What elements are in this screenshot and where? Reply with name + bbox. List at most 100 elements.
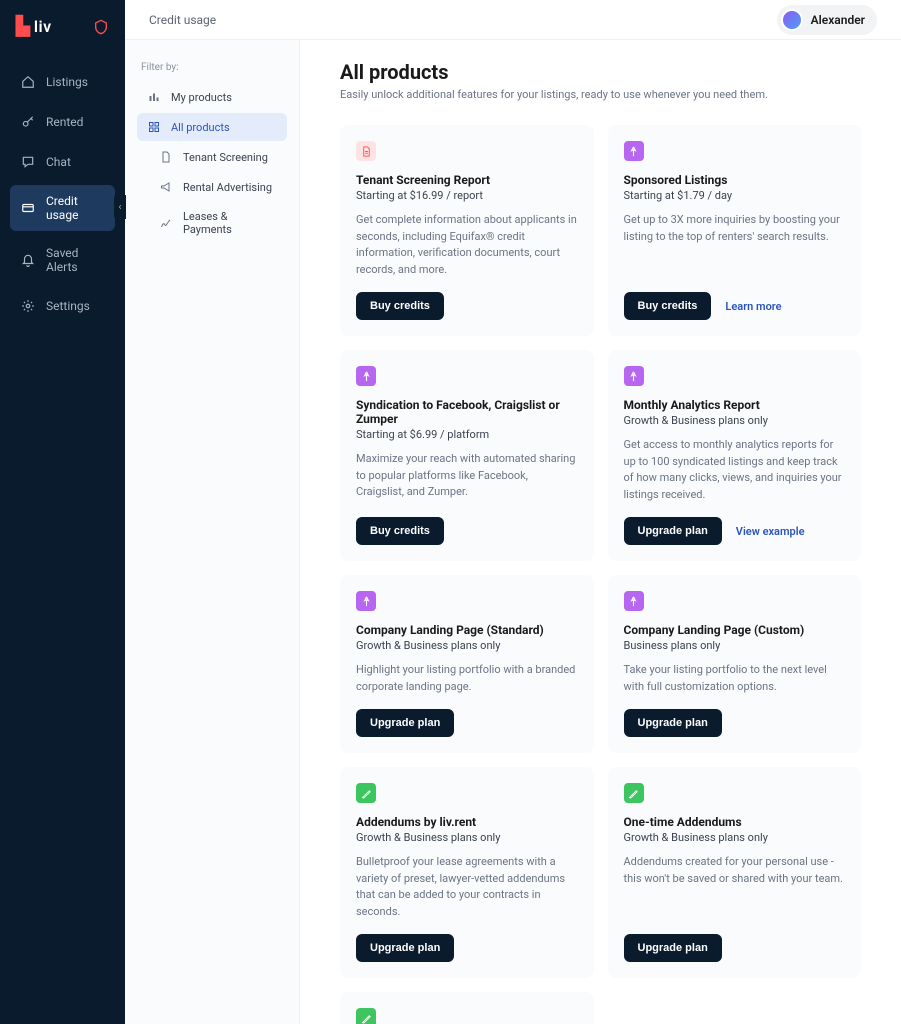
product-grid: Tenant Screening Report Starting at $16.9… bbox=[340, 125, 861, 1024]
product-description: Get complete information about applicant… bbox=[356, 212, 578, 278]
product-price: Growth & Business plans only bbox=[356, 639, 578, 652]
product-actions: Buy credits Learn more bbox=[624, 292, 846, 320]
product-description: Get up to 3X more inquiries by boosting … bbox=[624, 212, 846, 278]
grid-icon bbox=[147, 120, 161, 134]
product-price: Business plans only bbox=[624, 639, 846, 652]
product-actions: Buy credits bbox=[356, 517, 578, 545]
product-icon bbox=[356, 141, 376, 161]
nav-label: Rented bbox=[46, 115, 83, 129]
product-price: Starting at $16.99 / report bbox=[356, 189, 578, 202]
product-title: Monthly Analytics Report bbox=[624, 398, 846, 412]
nav-label: Credit usage bbox=[46, 194, 105, 222]
document-icon bbox=[159, 150, 173, 164]
product-actions: Upgrade plan bbox=[356, 934, 578, 962]
megaphone-icon bbox=[159, 180, 173, 194]
logo[interactable]: ▙ liv bbox=[16, 16, 52, 37]
home-icon bbox=[20, 74, 36, 90]
user-name: Alexander bbox=[811, 13, 865, 27]
product-card: Custom AddendumsBusiness plans onlyUploa… bbox=[340, 992, 594, 1024]
filter-label: Rental Advertising bbox=[183, 181, 272, 194]
bars-icon bbox=[147, 90, 161, 104]
product-description: Take your listing portfolio to the next … bbox=[624, 662, 846, 695]
logo-row: ▙ liv bbox=[0, 16, 125, 65]
nav-listings[interactable]: Listings bbox=[10, 65, 115, 99]
content: All products Easily unlock additional fe… bbox=[300, 40, 901, 1024]
logo-mark-icon: ▙ bbox=[16, 16, 30, 37]
product-title: Tenant Screening Report bbox=[356, 173, 578, 187]
chat-icon bbox=[20, 154, 36, 170]
product-card: Monthly Analytics Report Growth & Busines… bbox=[608, 350, 862, 561]
product-description: Addendums created for your personal use … bbox=[624, 854, 846, 920]
breadcrumb: Credit usage bbox=[149, 13, 216, 27]
collapse-sidebar-button[interactable]: ‹ bbox=[114, 195, 126, 219]
filter-label: My products bbox=[171, 91, 232, 104]
product-price: Growth & Business plans only bbox=[624, 831, 846, 844]
product-card: Syndication to Facebook, Craigslist or Z… bbox=[340, 350, 594, 561]
nav-list: Listings Rented Chat Credit usage Saved … bbox=[0, 65, 125, 329]
sidebar: ▙ liv Listings Rented Chat Credit usage … bbox=[0, 0, 125, 1024]
gear-icon bbox=[20, 298, 36, 314]
product-icon bbox=[356, 1008, 376, 1024]
product-price: Growth & Business plans only bbox=[356, 831, 578, 844]
nav-label: Listings bbox=[46, 75, 88, 89]
primary-action-button[interactable]: Upgrade plan bbox=[356, 709, 454, 737]
product-title: Company Landing Page (Custom) bbox=[624, 623, 846, 637]
primary-action-button[interactable]: Buy credits bbox=[624, 292, 712, 320]
body: Filter by: My products All products Tena… bbox=[125, 40, 901, 1024]
product-actions: Upgrade plan bbox=[624, 709, 846, 737]
nav-rented[interactable]: Rented bbox=[10, 105, 115, 139]
avatar bbox=[781, 9, 803, 31]
product-icon bbox=[356, 591, 376, 611]
primary-action-button[interactable]: Buy credits bbox=[356, 517, 444, 545]
filter-label: Leases & Payments bbox=[183, 210, 277, 236]
primary-action-button[interactable]: Upgrade plan bbox=[624, 517, 722, 545]
product-actions: Upgrade plan bbox=[356, 709, 578, 737]
product-description: Highlight your listing portfolio with a … bbox=[356, 662, 578, 695]
product-icon bbox=[356, 366, 376, 386]
nav-chat[interactable]: Chat bbox=[10, 145, 115, 179]
primary-action-button[interactable]: Upgrade plan bbox=[356, 934, 454, 962]
filter-my-products[interactable]: My products bbox=[137, 83, 287, 111]
product-description: Bulletproof your lease agreements with a… bbox=[356, 854, 578, 920]
primary-action-button[interactable]: Buy credits bbox=[356, 292, 444, 320]
nav-label: Chat bbox=[46, 155, 71, 169]
product-price: Starting at $1.79 / day bbox=[624, 189, 846, 202]
primary-action-button[interactable]: Upgrade plan bbox=[624, 934, 722, 962]
product-title: One-time Addendums bbox=[624, 815, 846, 829]
product-description: Get access to monthly analytics reports … bbox=[624, 437, 846, 503]
filter-rental-advertising[interactable]: Rental Advertising bbox=[137, 173, 287, 201]
shield-icon[interactable] bbox=[93, 19, 109, 35]
logo-text: liv bbox=[34, 17, 52, 36]
product-actions: Buy credits bbox=[356, 292, 578, 320]
nav-settings[interactable]: Settings bbox=[10, 289, 115, 323]
nav-saved-alerts[interactable]: Saved Alerts bbox=[10, 237, 115, 283]
product-card: One-time Addendums Growth & Business plan… bbox=[608, 767, 862, 978]
filter-panel: Filter by: My products All products Tena… bbox=[125, 40, 300, 1024]
key-icon bbox=[20, 114, 36, 130]
nav-credit-usage[interactable]: Credit usage bbox=[10, 185, 115, 231]
product-icon bbox=[624, 783, 644, 803]
product-title: Addendums by liv.rent bbox=[356, 815, 578, 829]
product-icon bbox=[624, 366, 644, 386]
main: Credit usage Alexander Filter by: My pro… bbox=[125, 0, 901, 1024]
filter-tenant-screening[interactable]: Tenant Screening bbox=[137, 143, 287, 171]
product-price: Growth & Business plans only bbox=[624, 414, 846, 427]
filter-leases-payments[interactable]: Leases & Payments bbox=[137, 203, 287, 243]
product-icon bbox=[624, 591, 644, 611]
primary-action-button[interactable]: Upgrade plan bbox=[624, 709, 722, 737]
product-icon bbox=[356, 783, 376, 803]
product-actions: Upgrade plan bbox=[624, 934, 846, 962]
page-heading: All products bbox=[340, 60, 861, 84]
bell-icon bbox=[20, 252, 36, 268]
filter-all-products[interactable]: All products bbox=[137, 113, 287, 141]
secondary-action-link[interactable]: Learn more bbox=[725, 300, 781, 313]
secondary-action-link[interactable]: View example bbox=[736, 525, 805, 538]
chevron-left-icon: ‹ bbox=[118, 202, 121, 213]
product-title: Company Landing Page (Standard) bbox=[356, 623, 578, 637]
credit-icon bbox=[20, 200, 36, 216]
user-menu[interactable]: Alexander bbox=[777, 5, 877, 35]
filter-label: All products bbox=[171, 121, 230, 134]
product-card: Company Landing Page (Standard) Growth & … bbox=[340, 575, 594, 753]
product-icon bbox=[624, 141, 644, 161]
nav-label: Saved Alerts bbox=[46, 246, 105, 274]
